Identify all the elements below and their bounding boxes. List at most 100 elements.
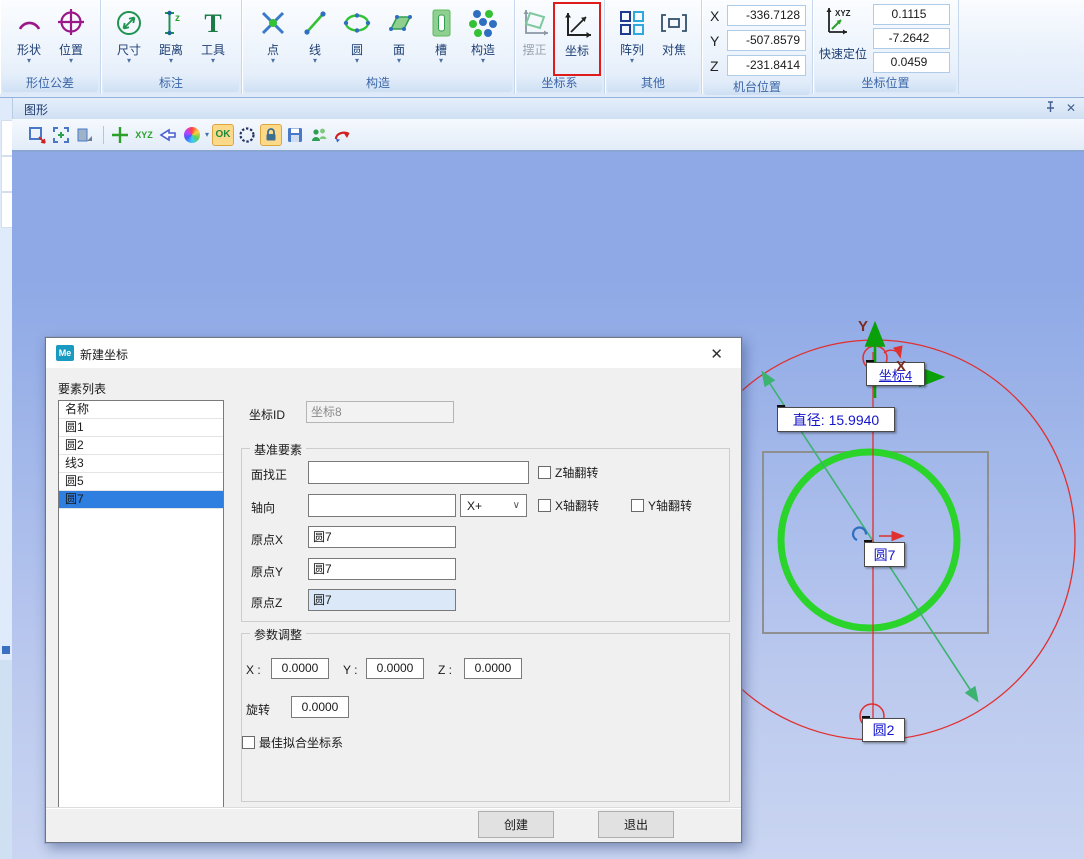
align-button[interactable]: 摆正 (518, 3, 551, 57)
origin-x-label: 原点X (251, 531, 283, 548)
crosshair-icon[interactable] (109, 124, 131, 146)
origin-y-input[interactable]: 圆7 (308, 558, 456, 580)
dropdown-caret-icon[interactable]: ▾ (127, 57, 131, 65)
distance-button[interactable]: z 距离 ▾ (150, 3, 192, 65)
graphics-panel-header: 图形 ✕ (0, 98, 1084, 120)
position-button[interactable]: 位置 ▾ (50, 3, 92, 65)
checkbox-box[interactable] (631, 499, 644, 512)
checkbox-box[interactable] (538, 499, 551, 512)
zoom-fit-icon[interactable] (50, 124, 72, 146)
dropdown-caret-icon[interactable]: ▾ (481, 57, 485, 65)
dropdown-caret-icon[interactable]: ▾ (69, 57, 73, 65)
arc-shape-icon (14, 3, 44, 43)
ribbon-group-machine-position: X -336.7128 Y -507.8579 Z -231.8414 机台位置 (702, 0, 813, 94)
coord-y-value: -7.2642 (873, 28, 950, 49)
circle7-label[interactable]: 圆7 (864, 542, 905, 567)
save-icon[interactable] (284, 124, 306, 146)
param-y-input[interactable]: 0.0000 (366, 658, 424, 679)
color-wheel-icon[interactable] (181, 124, 203, 146)
shape-button[interactable]: 形状 ▾ (8, 3, 50, 65)
coordinate-axes-icon (560, 4, 594, 44)
dashed-circle-icon[interactable] (236, 124, 258, 146)
plane-button[interactable]: 面 ▾ (378, 3, 420, 65)
exit-button[interactable]: 退出 (598, 811, 674, 838)
array-button[interactable]: 阵列 ▾ (611, 3, 653, 65)
users-icon[interactable] (308, 124, 330, 146)
dialog-title: 新建坐标 (80, 346, 128, 363)
pin-icon[interactable] (1045, 100, 1056, 116)
point-button[interactable]: 点 ▾ (252, 3, 294, 65)
param-z-input[interactable]: 0.0000 (464, 658, 522, 679)
y-flip-checkbox[interactable]: Y轴翻转 (631, 497, 692, 514)
dropdown-caret-icon[interactable]: ▾ (271, 57, 275, 65)
slot-button[interactable]: 槽 ▾ (420, 3, 462, 65)
dropdown-caret-icon[interactable]: ▾ (313, 57, 317, 65)
ribbon-group-coord-position: XYZ 快速定位 0.1115 -7.2642 0.0459 坐标位置 (813, 0, 959, 94)
dialog-titlebar[interactable]: Me 新建坐标 ✕ (46, 338, 741, 368)
axis-direction-select[interactable]: X+ ∨ (460, 494, 527, 517)
param-z-label: Z : (438, 663, 452, 677)
letter-t-icon: T (198, 3, 228, 43)
param-x-input[interactable]: 0.0000 (271, 658, 329, 679)
list-item[interactable]: 线3 (59, 455, 223, 473)
svg-text:z: z (175, 13, 180, 24)
machine-z-label: Z (710, 58, 720, 74)
dimension-button[interactable]: 尺寸 ▾ (108, 3, 150, 65)
checkbox-box[interactable] (242, 736, 255, 749)
panel-title: 图形 (24, 101, 48, 118)
coordinate-button[interactable]: 坐标 (556, 4, 598, 58)
close-panel-icon[interactable]: ✕ (1066, 101, 1076, 115)
origin-z-input[interactable]: 圆7 (308, 589, 456, 611)
rotate-input[interactable]: 0.0000 (291, 696, 349, 718)
rotate-redo-icon[interactable] (332, 124, 354, 146)
lock-icon[interactable] (260, 124, 282, 146)
plane-align-input[interactable] (308, 461, 529, 484)
best-fit-checkbox[interactable]: 最佳拟合坐标系 (242, 734, 343, 751)
color-dropdown-caret-icon[interactable]: ▾ (205, 130, 209, 139)
dropdown-caret-icon[interactable]: ▾ (211, 57, 215, 65)
list-item[interactable]: 圆1 (59, 419, 223, 437)
app-badge-icon: Me (56, 345, 74, 361)
list-item[interactable]: 圆2 (59, 437, 223, 455)
undo-arrow-icon[interactable] (157, 124, 179, 146)
origin-y-label: 原点Y (251, 563, 283, 580)
checkbox-box[interactable] (538, 466, 551, 479)
flip-view-icon[interactable] (74, 124, 96, 146)
dialog-close-icon[interactable]: ✕ (710, 345, 723, 363)
x-axis-label: X (896, 358, 906, 375)
ribbon-filler (959, 0, 1084, 97)
ribbon-group-gdt: 形状 ▾ 位置 ▾ 形位公差 (0, 0, 101, 94)
xyz-display-icon[interactable]: XYZ (133, 124, 155, 146)
circle2-label[interactable]: 圆2 (862, 718, 905, 742)
svg-text:T: T (204, 9, 221, 38)
construct-button[interactable]: 构造 ▾ (462, 3, 504, 65)
axis-direction-input[interactable] (308, 494, 456, 517)
x-flip-checkbox[interactable]: X轴翻转 (538, 497, 599, 514)
dropdown-caret-icon[interactable]: ▾ (169, 57, 173, 65)
element-listbox[interactable]: 名称 圆1 圆2 线3 圆5 圆7 (58, 400, 224, 808)
dropdown-caret-icon[interactable]: ▾ (630, 57, 634, 65)
dropdown-caret-icon[interactable]: ▾ (397, 57, 401, 65)
line-button[interactable]: 线 ▾ (294, 3, 336, 65)
z-flip-checkbox[interactable]: Z轴翻转 (538, 464, 598, 481)
create-button[interactable]: 创建 (478, 811, 554, 838)
active-tool-highlight: 坐标 (553, 2, 601, 76)
quick-position-button[interactable]: XYZ 快速定位 (819, 4, 867, 76)
dropdown-caret-icon[interactable]: ▾ (27, 57, 31, 65)
collapsed-panel-icon[interactable] (2, 646, 10, 654)
ok-toggle-icon[interactable]: OK (212, 124, 234, 146)
dropdown-caret-icon[interactable]: ▾ (439, 57, 443, 65)
line-icon (300, 3, 330, 43)
dropdown-caret-icon[interactable]: ▾ (355, 57, 359, 65)
coord-id-input: 坐标8 (306, 401, 454, 423)
origin-x-input[interactable]: 圆7 (308, 526, 456, 548)
list-item-selected[interactable]: 圆7 (59, 491, 223, 509)
diameter-measurement-label[interactable]: 直径: 15.9940 (777, 407, 895, 432)
tools-button[interactable]: T 工具 ▾ (192, 3, 234, 65)
ribbon-group-annotation: 尺寸 ▾ z 距离 ▾ T 工具 ▾ 标注 (101, 0, 242, 94)
view-reset-icon[interactable] (26, 124, 48, 146)
origin-z-label: 原点Z (251, 594, 282, 611)
focus-button[interactable]: 对焦 (653, 3, 695, 57)
list-item[interactable]: 圆5 (59, 473, 223, 491)
circle-button[interactable]: 圆 ▾ (336, 3, 378, 65)
